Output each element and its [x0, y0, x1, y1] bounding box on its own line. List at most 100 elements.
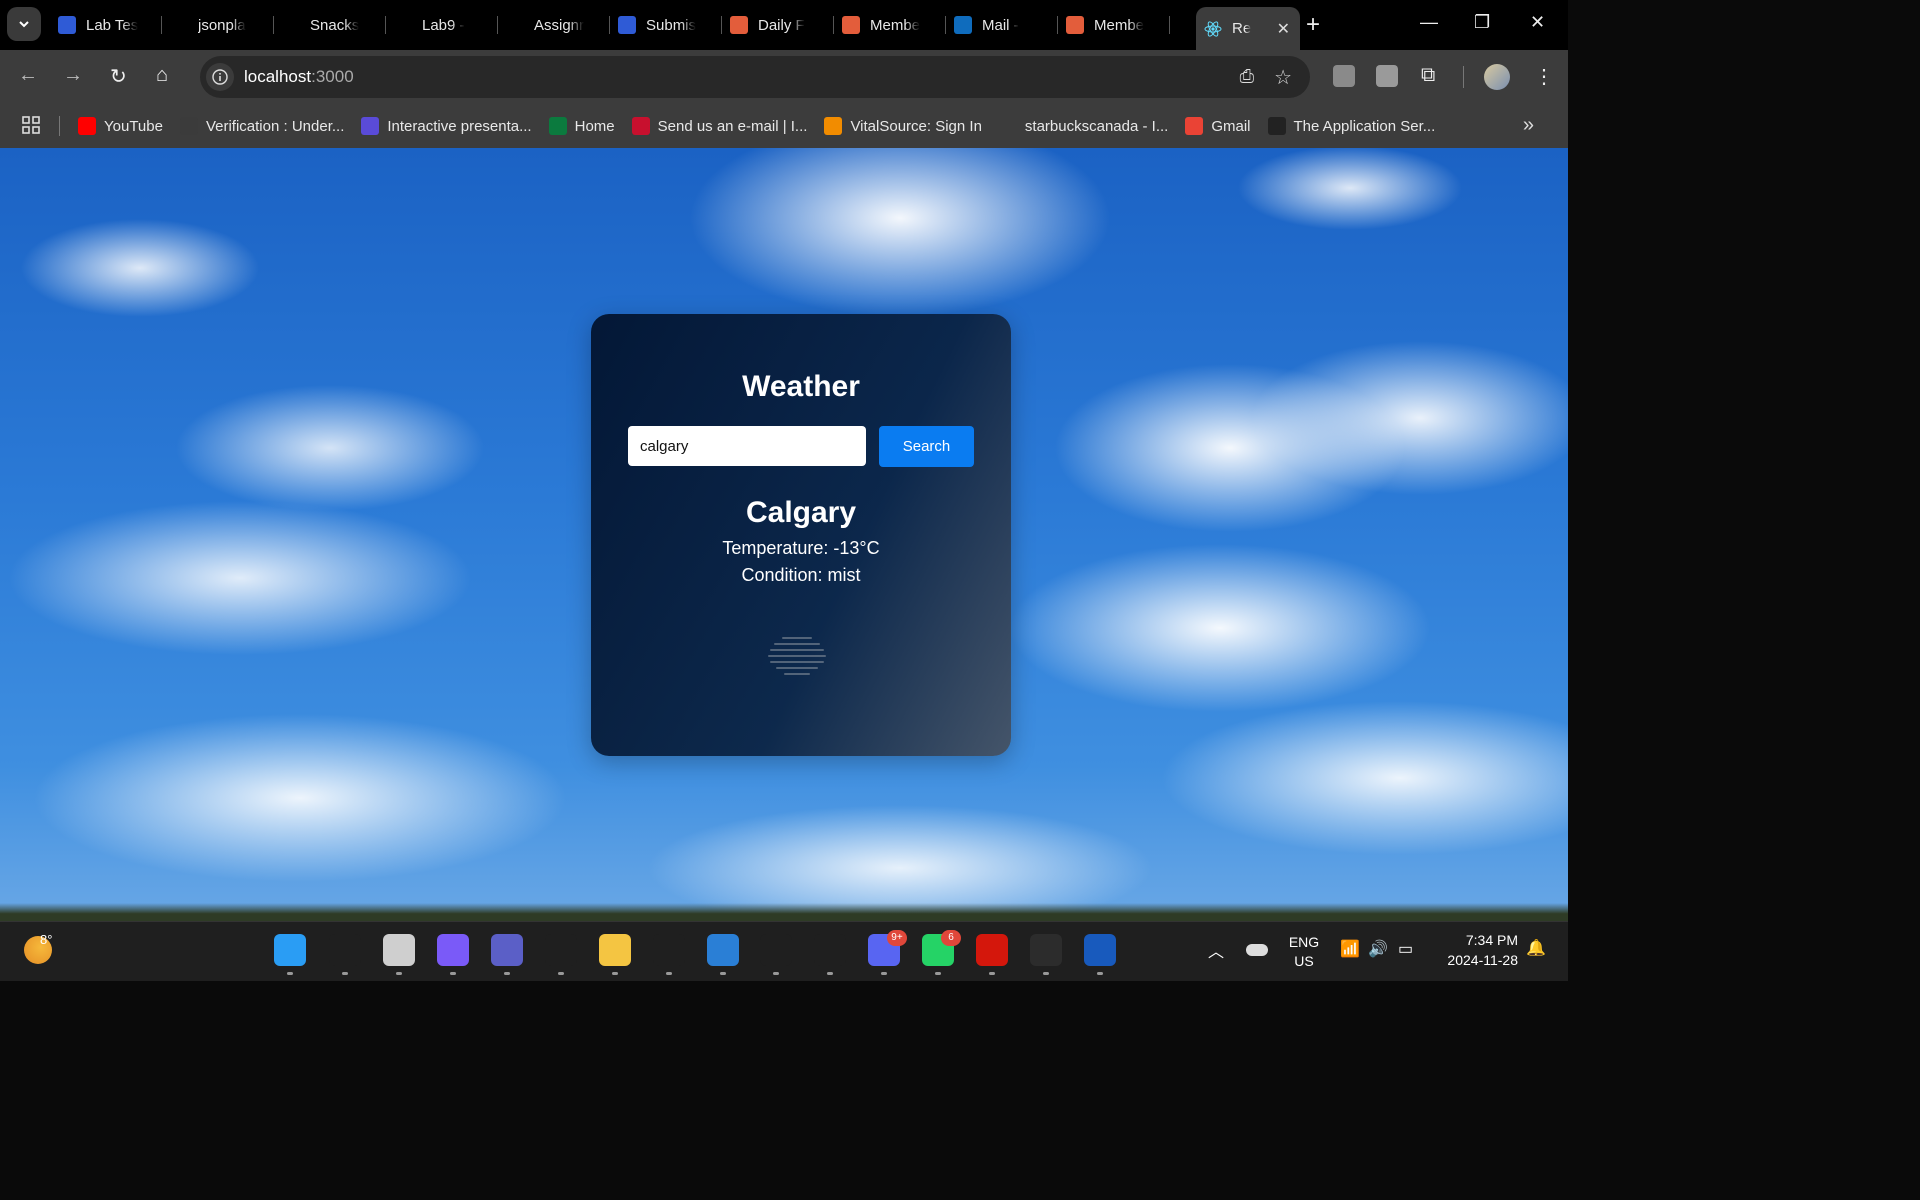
whatsapp-badge: 6 [941, 930, 961, 946]
close-tab-icon[interactable]: ✕ [1277, 19, 1290, 39]
bookmark-item[interactable]: Gmail [1185, 117, 1251, 135]
bookmark-favicon [631, 117, 650, 135]
terminal-icon[interactable] [1030, 934, 1062, 966]
url-port: :3000 [311, 67, 354, 86]
restore-icon[interactable]: ❐ [1474, 12, 1490, 33]
browser-tab[interactable]: Lab9 - [386, 0, 498, 50]
tab-label: Mail - [982, 16, 1019, 34]
bookmark-label: Home [574, 117, 615, 135]
new-tab-button[interactable]: + [1306, 11, 1320, 39]
onedrive-icon[interactable] [1246, 944, 1268, 956]
home-icon[interactable]: ⌂ [156, 64, 168, 87]
chrome-icon[interactable] [760, 934, 792, 966]
running-indicator [612, 972, 618, 975]
bookmark-item[interactable]: Home [548, 117, 615, 135]
discord-badge: 9+ [887, 930, 907, 946]
tab-favicon [170, 16, 188, 34]
extensions-puzzle-icon[interactable]: ⧉ [1421, 64, 1435, 87]
site-info-icon[interactable] [206, 63, 234, 91]
acrobat-icon[interactable] [976, 934, 1008, 966]
profile-avatar[interactable] [1484, 64, 1510, 90]
forward-icon[interactable]: → [63, 64, 83, 87]
dell-icon[interactable] [545, 934, 577, 966]
bookmark-item[interactable]: Verification : Under... [179, 117, 344, 135]
tab-active[interactable]: Re ✕ [1196, 7, 1300, 50]
vscode-icon[interactable] [814, 934, 846, 966]
tab-favicon [394, 16, 412, 34]
language-line2[interactable]: US [1288, 953, 1320, 969]
city-search-input[interactable] [628, 426, 866, 466]
volume-icon[interactable]: 🔊 [1368, 939, 1388, 959]
start-icon[interactable] [274, 934, 306, 966]
running-indicator [935, 972, 941, 975]
bookmark-item[interactable]: Send us an e-mail | I... [631, 117, 807, 135]
cortana-icon[interactable] [653, 934, 685, 966]
show-hidden-icons[interactable]: ︿ [1208, 938, 1224, 962]
install-app-icon[interactable]: ⎙ [1240, 66, 1254, 87]
tab-label: Lab9 - [422, 16, 465, 34]
browser-tab[interactable]: Submis [610, 0, 722, 50]
teams-icon[interactable] [491, 934, 523, 966]
bookmark-item[interactable]: Interactive presenta... [361, 117, 532, 135]
search-button[interactable]: Search [879, 426, 974, 467]
extension-icon[interactable] [1376, 65, 1398, 87]
bookmark-list: YouTube Verification : Under... Interactiv… [78, 104, 1452, 148]
word-icon[interactable] [1084, 934, 1116, 966]
browser-tab[interactable]: jsonpla [162, 0, 274, 50]
bookmark-label: Interactive presenta... [387, 117, 532, 135]
running-indicator [504, 972, 510, 975]
running-indicator [287, 972, 293, 975]
windows-taskbar: 8° 9+ 6 ︿ ENG US 📶 🔊 ▭ 7:34 PM 2024-11-2… [0, 921, 1568, 981]
browser-tab[interactable]: Lab Tes [50, 0, 162, 50]
url-host: localhost [244, 67, 312, 86]
tab-label: jsonpla [198, 16, 246, 34]
temperature-text: Temperature: -13°C [722, 538, 880, 558]
browser-tab[interactable]: Membe [834, 0, 946, 50]
running-indicator [1043, 972, 1049, 975]
browser-tab[interactable]: Snacks [274, 0, 386, 50]
clock-date[interactable]: 2024-11-28 [1434, 952, 1518, 968]
copilot-icon[interactable] [437, 934, 469, 966]
bookmark-item[interactable]: VitalSource: Sign In [824, 117, 982, 135]
language-line1[interactable]: ENG [1288, 934, 1320, 950]
running-indicator [720, 972, 726, 975]
tab-label: Daily F [758, 16, 805, 34]
react-icon [1204, 20, 1222, 38]
browser-tab[interactable]: Assignr [498, 0, 610, 50]
apps-grid-icon[interactable] [22, 116, 40, 139]
bookmark-star-icon[interactable]: ☆ [1274, 65, 1292, 90]
wifi-icon[interactable]: 📶 [1340, 939, 1360, 959]
tab-label: Assignr [534, 16, 585, 34]
extension-icon[interactable] [1333, 65, 1355, 87]
minimize-icon[interactable]: — [1420, 12, 1438, 33]
back-icon[interactable]: ← [18, 64, 38, 87]
bookmark-label: The Application Ser... [1293, 117, 1436, 135]
battery-icon[interactable]: ▭ [1398, 939, 1413, 959]
bookmark-item[interactable]: YouTube [78, 117, 163, 135]
browser-tab[interactable]: Daily F [722, 0, 834, 50]
task-view-icon[interactable] [383, 934, 415, 966]
address-bar[interactable]: localhost:3000 ⎙ ☆ [200, 56, 1310, 98]
toolbar-divider [1463, 66, 1464, 88]
bookmark-item[interactable]: The Application Ser... [1267, 117, 1436, 135]
more-bookmarks-icon[interactable]: » [1523, 114, 1534, 137]
file-explorer-icon[interactable] [599, 934, 631, 966]
bookmarks-divider [59, 116, 60, 136]
search-icon[interactable] [329, 934, 361, 966]
menu-kebab-icon[interactable]: ⋮ [1534, 64, 1554, 89]
bookmark-favicon [1185, 117, 1204, 135]
tab-label: Lab Tes [86, 16, 139, 34]
tab-search-button[interactable] [7, 7, 41, 41]
notifications-icon[interactable]: 🔔 [1526, 938, 1546, 958]
weather-card: Weather Search Calgary Temperature: -13°… [591, 314, 1011, 756]
running-indicator [666, 972, 672, 975]
close-window-icon[interactable]: ✕ [1530, 12, 1545, 33]
browser-toolbar: ← → ↻ ⌂ localhost:3000 ⎙ ☆ ⧉ ⋮ [0, 50, 1568, 104]
browser-tab[interactable]: Membe [1058, 0, 1170, 50]
browser-tab[interactable]: Mail - [946, 0, 1058, 50]
bookmark-item[interactable]: starbuckscanada - I... [998, 117, 1168, 135]
reload-icon[interactable]: ↻ [110, 64, 127, 89]
bookmark-favicon [179, 117, 198, 135]
store-icon[interactable] [707, 934, 739, 966]
clock-time[interactable]: 7:34 PM [1434, 932, 1518, 948]
